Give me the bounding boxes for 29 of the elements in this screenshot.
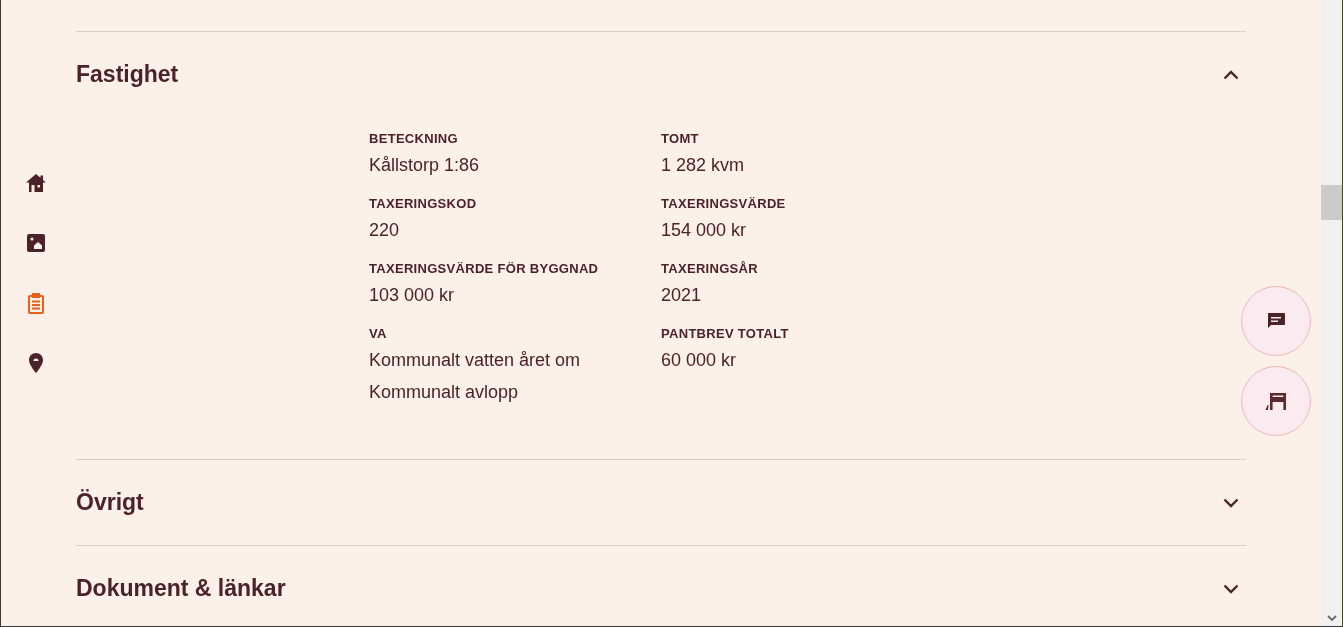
field-label: TAXERINGSÅR <box>661 260 759 278</box>
table-icon <box>1264 391 1288 411</box>
field-label: BETECKNING <box>369 130 459 148</box>
chat-icon <box>1266 312 1286 330</box>
scrollbar-thumb[interactable] <box>1321 185 1342 220</box>
home-icon[interactable] <box>24 171 48 195</box>
chevron-up-icon <box>1223 69 1239 80</box>
field-label: TAXERINGSKOD <box>369 195 478 213</box>
accordion-header[interactable]: Dokument & länkar <box>76 546 1246 626</box>
field-label: TAXERINGSVÄRDE FÖR BYGGNAD <box>369 260 600 278</box>
field-label: PANTBREV TOTALT <box>661 325 790 343</box>
chevron-down-icon <box>1223 583 1239 594</box>
accordion-header[interactable]: Övrigt <box>76 460 1246 545</box>
field-value: 2021 <box>661 284 703 307</box>
field-label: TAXERINGSVÄRDE <box>661 195 787 213</box>
picture-icon[interactable] <box>24 231 48 255</box>
field-value: 60 000 kr <box>661 349 738 372</box>
scroll-down-icon[interactable] <box>1326 615 1337 621</box>
field-label: VA <box>369 325 388 343</box>
field-value: Kållstorp 1:86 <box>369 154 481 177</box>
field-value: Kommunalt avlopp <box>369 381 520 404</box>
field-value: 1 282 kvm <box>661 154 746 177</box>
field-value: 154 000 kr <box>661 219 748 242</box>
field-value: 103 000 kr <box>369 284 456 307</box>
field-value: Kommunalt vatten året om <box>369 349 582 372</box>
chevron-down-icon <box>1223 497 1239 508</box>
field-value: 220 <box>369 219 401 242</box>
accordion-header[interactable]: Fastighet <box>76 32 1246 117</box>
field-label: TOMT <box>661 130 700 148</box>
